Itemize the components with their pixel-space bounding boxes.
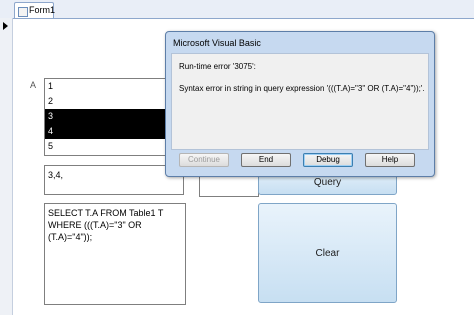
list-item[interactable]: 5	[45, 139, 185, 154]
help-button[interactable]: Help	[365, 153, 415, 167]
dialog-message-area: Run-time error '3075': Syntax error in s…	[171, 53, 429, 150]
field-label-a: A	[30, 80, 37, 90]
tab-label: Form1	[29, 5, 56, 15]
sql-textbox[interactable]: SELECT T.A FROM Table1 T WHERE (((T.A)="…	[44, 203, 186, 305]
list-item[interactable]: 1	[45, 79, 185, 94]
error-code-text: Run-time error '3075':	[179, 62, 256, 71]
list-item[interactable]: 2	[45, 94, 185, 109]
vb-error-dialog: Microsoft Visual Basic Run-time error '3…	[165, 31, 435, 177]
document-tab-bar: Form1	[0, 0, 474, 19]
clear-button[interactable]: Clear	[258, 203, 397, 303]
record-selector[interactable]	[0, 18, 13, 315]
list-item-selected[interactable]: 3	[45, 109, 185, 124]
dialog-title: Microsoft Visual Basic	[173, 38, 261, 48]
error-message-text: Syntax error in string in query expressi…	[179, 84, 425, 93]
debug-button[interactable]: Debug	[303, 153, 353, 167]
end-button[interactable]: End	[241, 153, 291, 167]
tab-form1[interactable]: Form1	[14, 2, 56, 18]
current-record-arrow-icon	[3, 22, 8, 30]
selection-textbox[interactable]: 3,4,	[44, 165, 184, 195]
continue-button[interactable]: Continue	[179, 153, 229, 167]
form-icon	[18, 7, 28, 17]
list-item-selected[interactable]: 4	[45, 124, 185, 139]
